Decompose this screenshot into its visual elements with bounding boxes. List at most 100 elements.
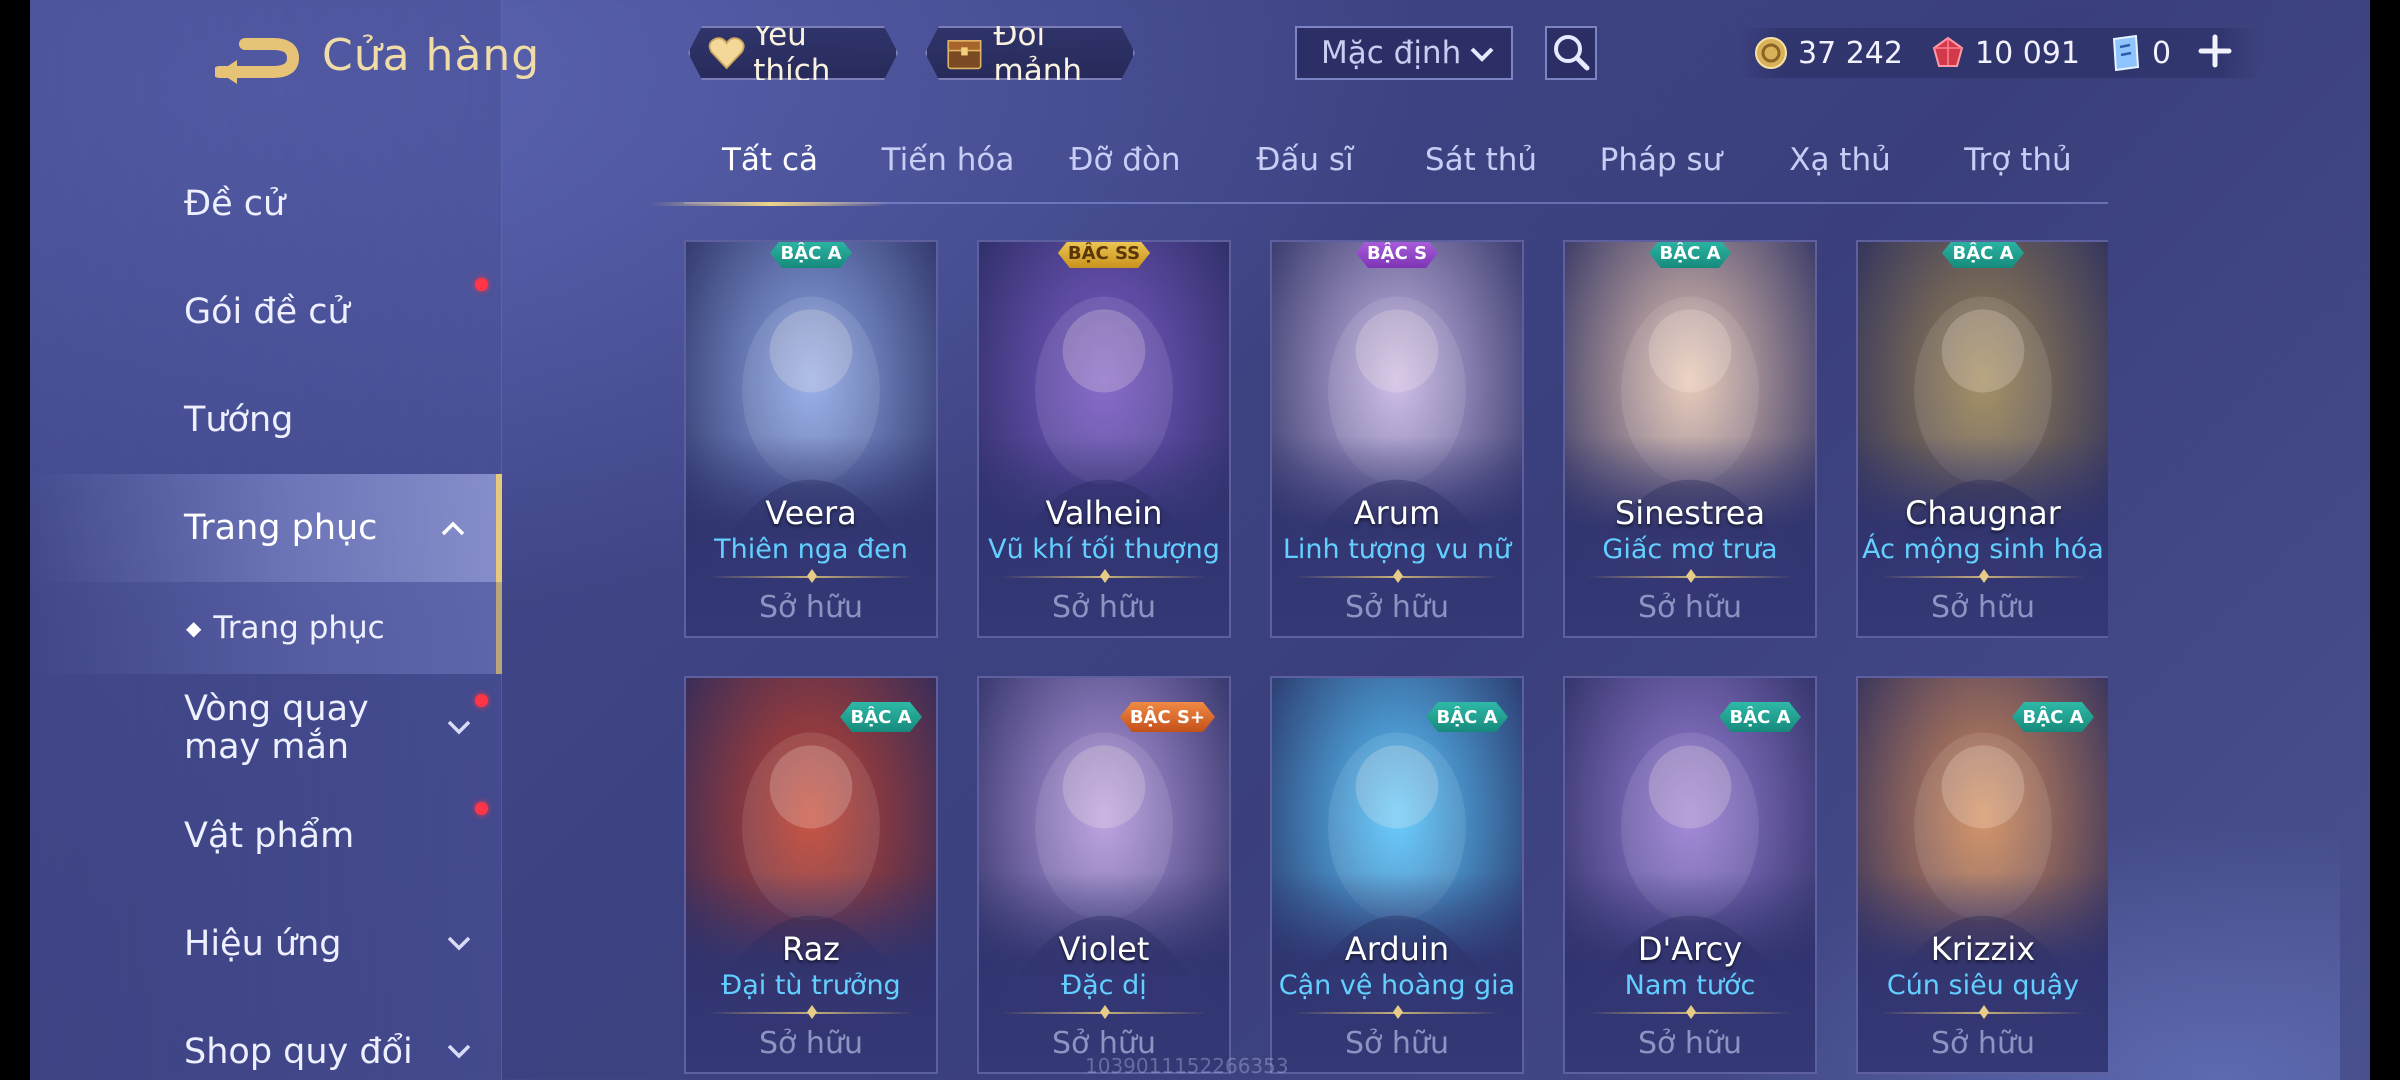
sidebar-item-label: Trang phục <box>184 508 378 548</box>
owned-status: Sở hữu <box>759 590 863 625</box>
tier-badge: BẬC A <box>1719 702 1801 732</box>
tier-badge: BẬC A <box>840 702 922 732</box>
top-bar: Yêu thích Đổi mảnh Mặc định 37 242 10 09… <box>0 26 2400 82</box>
chevron-up-icon <box>441 521 465 536</box>
heart-icon <box>708 34 745 72</box>
screen-edge-right <box>2370 0 2400 1080</box>
tab-3[interactable]: Đấu sĩ <box>1215 142 1395 202</box>
exchange-label: Đổi mảnh <box>993 17 1083 89</box>
tab-4[interactable]: Sát thủ <box>1391 142 1571 202</box>
sidebar-item-label: Tướng <box>184 400 294 440</box>
sidebar-item-4[interactable]: ◆ Trang phục <box>30 582 502 674</box>
tab-5[interactable]: Pháp sư <box>1571 142 1751 202</box>
skin-name: Thiên nga đen <box>714 534 908 565</box>
owned-status: Sở hữu <box>1638 1026 1742 1061</box>
tab-7[interactable]: Trợ thủ <box>1928 142 2108 202</box>
hero-name: Raz <box>782 930 840 968</box>
add-currency-plus-icon[interactable] <box>2198 34 2232 68</box>
hero-name: Arum <box>1353 494 1441 532</box>
skin-card[interactable]: BẬC SS Valhein Vũ khí tối thượng Sở hữu <box>977 240 1231 638</box>
sidebar-item-0[interactable]: Đề cử <box>30 150 502 258</box>
chevron-down-icon <box>447 720 471 735</box>
owned-status: Sở hữu <box>1638 590 1742 625</box>
skin-card[interactable]: BẬC S+ Violet Đặc dị Sở hữu <box>977 676 1231 1074</box>
hero-name: Arduin <box>1344 930 1450 968</box>
tier-badge: BẬC SS <box>1058 240 1150 268</box>
owned-status: Sở hữu <box>1931 590 2035 625</box>
sidebar-item-label: Đề cử <box>184 184 286 224</box>
skin-name: Linh tượng vu nữ <box>1282 534 1512 565</box>
sidebar-item-label: Hiệu ứng <box>184 924 342 964</box>
hero-name: Krizzix <box>1930 930 2036 968</box>
tier-badge: BẬC S+ <box>1120 702 1215 732</box>
skin-card[interactable]: BẬC A D'Arcy Nam tước Sở hữu <box>1563 676 1817 1074</box>
sidebar: Đề cử Gói đề cử Tướng Trang phục ◆ Trang phục… <box>30 0 502 1080</box>
sort-dropdown[interactable]: Mặc định <box>1295 26 1513 80</box>
tab-0[interactable]: Tất cả <box>650 142 890 206</box>
gold-coin-icon <box>1755 37 1787 69</box>
chevron-down-icon <box>447 1044 471 1059</box>
tab-2[interactable]: Đỡ đòn <box>1035 142 1215 202</box>
voucher-value: 0 <box>2151 35 2172 71</box>
hero-name: Sinestrea <box>1614 494 1766 532</box>
owned-status: Sở hữu <box>1931 1026 2035 1061</box>
currency-ruby: 10 091 <box>1931 36 2080 71</box>
skin-card[interactable]: BẬC A Krizzix Cún siêu quậy Sở hữu <box>1856 676 2108 1074</box>
favorite-label: Yêu thích <box>753 17 831 89</box>
search-icon <box>1554 35 1590 71</box>
notification-dot <box>475 802 488 815</box>
currency-bar: 37 242 10 091 0 <box>1740 28 2260 78</box>
owned-status: Sở hữu <box>1052 590 1156 625</box>
tier-badge: BẬC A <box>1426 702 1508 732</box>
tier-badge: BẬC A <box>770 240 852 268</box>
hero-name: Veera <box>765 494 857 532</box>
sidebar-item-1[interactable]: Gói đề cử <box>30 258 502 366</box>
skin-card[interactable]: BẬC A Sinestrea Giấc mơ trưa Sở hữu <box>1563 240 1817 638</box>
sidebar-item-2[interactable]: Tướng <box>30 366 502 474</box>
ruby-value: 10 091 <box>1974 35 2080 71</box>
sidebar-item-5[interactable]: Vòng quay may mắn <box>30 674 502 782</box>
favorite-button[interactable]: Yêu thích <box>688 26 898 80</box>
chevron-down-icon <box>1470 47 1494 62</box>
skin-card[interactable]: BẬC A Chaugnar Ác mộng sinh hóa Sở hữu <box>1856 240 2108 638</box>
skin-name: Đại tù trưởng <box>721 970 901 1001</box>
search-button[interactable] <box>1545 26 1597 80</box>
skin-name: Cún siêu quậy <box>1886 970 2080 1001</box>
sidebar-item-label: Shop quy đổi <box>184 1032 413 1072</box>
sidebar-item-7[interactable]: Hiệu ứng <box>30 890 502 998</box>
sidebar-item-label: Vòng quay may mắn <box>184 689 369 767</box>
hero-name: D'Arcy <box>1637 930 1743 968</box>
chevron-down-icon <box>447 936 471 951</box>
sidebar-item-label: Gói đề cử <box>184 292 350 332</box>
tier-badge: BẬC A <box>1649 240 1731 268</box>
skin-card[interactable]: BẬC A Veera Thiên nga đen Sở hữu <box>684 240 938 638</box>
owned-status: Sở hữu <box>1345 1026 1449 1061</box>
sidebar-item-3[interactable]: Trang phục <box>30 474 502 582</box>
sidebar-menu: Đề cử Gói đề cử Tướng Trang phục ◆ Trang phục… <box>30 150 502 1080</box>
skin-name: Nam tước <box>1624 970 1756 1001</box>
exchange-shards-button[interactable]: Đổi mảnh <box>925 26 1135 80</box>
gold-value: 37 242 <box>1798 35 1903 71</box>
tier-badge: BẬC S <box>1356 240 1438 268</box>
sidebar-item-8[interactable]: Shop quy đổi <box>30 998 502 1080</box>
skin-name: Đặc dị <box>1061 970 1147 1001</box>
voucher-ticket-icon <box>2112 35 2140 71</box>
skin-card[interactable]: BẬC A Raz Đại tù trưởng Sở hữu <box>684 676 938 1074</box>
tier-badge: BẬC A <box>1942 240 2024 268</box>
skin-grid: BẬC A Veera Thiên nga đen Sở hữu BẬC SS Valhe… <box>684 240 2108 1080</box>
hero-name: Chaugnar <box>1905 494 2061 532</box>
tier-badge: BẬC A <box>2012 702 2094 732</box>
skin-name: Giấc mơ trưa <box>1602 534 1778 565</box>
hero-name: Violet <box>1058 930 1150 968</box>
ruby-gem-icon <box>1932 36 1964 67</box>
tab-1[interactable]: Tiến hóa <box>858 142 1038 202</box>
notification-dot <box>475 694 488 707</box>
sidebar-item-6[interactable]: Vật phẩm <box>30 782 502 890</box>
tab-6[interactable]: Xạ thủ <box>1750 142 1930 202</box>
currency-gold: 37 242 <box>1754 36 1903 71</box>
owned-status: Sở hữu <box>759 1026 863 1061</box>
skin-card[interactable]: BẬC S Arum Linh tượng vu nữ Sở hữu <box>1270 240 1524 638</box>
hero-name: Valhein <box>1045 494 1163 532</box>
skin-card[interactable]: BẬC A Arduin Cận vệ hoàng gia Sở hữu <box>1270 676 1524 1074</box>
diamond-bullet-icon: ◆ <box>186 616 202 640</box>
